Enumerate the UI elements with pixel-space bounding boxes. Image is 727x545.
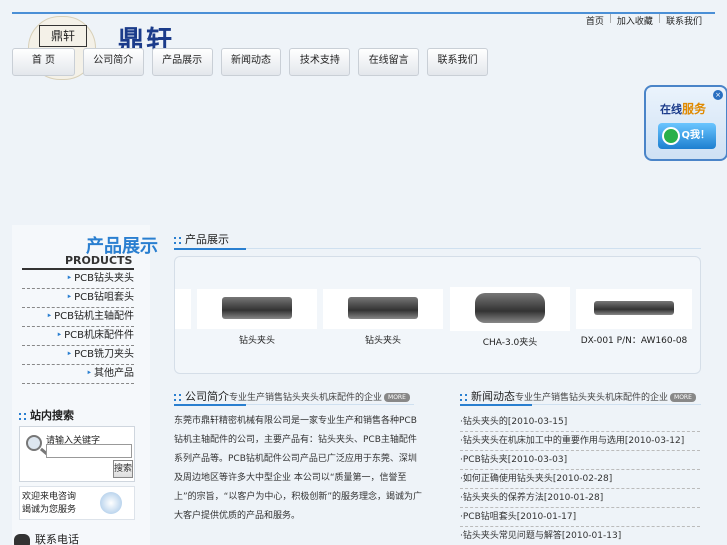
about-heading: 公司简介专业生产销售钻头夹头机床配件的企业 MORE	[174, 388, 410, 404]
nav-item-home[interactable]: 首 页	[12, 48, 75, 76]
news-list: ·钻头夹头的[2010-03-15] ·钻头夹头在机床加工中的重要作用与选用[2…	[460, 413, 700, 545]
list-item[interactable]: ·PCB钻咀套头[2010-01-17]	[460, 508, 700, 527]
product-caption[interactable]: DX-001 P/N：AW160-08	[571, 333, 697, 346]
about-subtitle: 专业生产销售钻头夹头机床配件的企业	[229, 393, 383, 403]
bullet-icon	[460, 393, 467, 401]
news-link[interactable]: ·PCB钻咀套头	[460, 512, 517, 522]
sidebar-item-category[interactable]: PCB钻头夹头	[22, 270, 134, 289]
top-link-favorite[interactable]: 加入收藏	[612, 14, 658, 27]
qq-service-widget[interactable]: × 在线服务 Q我！	[644, 85, 727, 161]
showcase-title: 产品展示	[185, 233, 229, 246]
list-item[interactable]: ·如何正确使用钻头夹头[2010-02-28]	[460, 470, 700, 489]
top-link-home[interactable]: 首页	[581, 14, 609, 27]
news-more-button[interactable]: MORE	[670, 392, 696, 402]
phone-icon	[14, 534, 30, 545]
phone-title: 联系电话	[35, 533, 79, 545]
nav-item-support[interactable]: 技术支持	[289, 48, 351, 76]
nav-item-contact[interactable]: 联系我们	[427, 48, 488, 76]
phone-heading: 联系电话	[14, 531, 79, 545]
nav-item-about[interactable]: 公司简介	[82, 48, 144, 76]
qq-title-service: 服务	[682, 102, 707, 116]
news-link[interactable]: ·PCB钻头夹	[460, 455, 508, 465]
news-date: [2010-02-28]	[552, 474, 613, 484]
product-image[interactable]	[175, 289, 191, 329]
showcase-divider	[174, 248, 701, 250]
showcase-heading: 产品展示	[174, 231, 229, 247]
logo-seal: 鼎轩	[39, 25, 87, 47]
about-title: 公司简介	[185, 390, 229, 403]
shaft-image	[594, 301, 674, 315]
news-date: [2010-03-03]	[507, 455, 568, 465]
nav-item-news[interactable]: 新闻动态	[220, 48, 282, 76]
news-link[interactable]: ·如何正确使用钻头夹头	[460, 474, 553, 484]
nav-item-products[interactable]: 产品展示	[151, 48, 213, 76]
news-date: [2010-01-13]	[561, 531, 622, 541]
news-title: 新闻动态	[471, 390, 515, 403]
banner-area	[12, 80, 715, 225]
sidebar-item-category[interactable]: PCB钻咀套头	[22, 289, 134, 308]
bullet-icon	[174, 236, 181, 244]
product-image[interactable]	[323, 289, 443, 329]
qq-penguin-icon	[662, 127, 680, 145]
contact-line: 竭诚为您服务	[22, 505, 77, 515]
news-heading: 新闻动态专业生产销售钻头夹头机床配件的企业 MORE	[460, 388, 696, 404]
collet-image	[348, 297, 418, 319]
list-item[interactable]: ·PCB钻头夹[2010-03-03]	[460, 451, 700, 470]
product-showcase: 钻头夹头 钻头夹头 CHA-3.0夹头 DX-001 P/N：AW160-08	[174, 256, 701, 374]
sidebar-item-category[interactable]: 其他产品	[22, 365, 134, 384]
contact-panel: 欢迎来电咨询 竭诚为您服务	[19, 486, 135, 520]
search-panel: 请输入关键字 搜索	[19, 426, 135, 482]
contact-line: 欢迎来电咨询	[22, 492, 77, 502]
about-divider	[174, 404, 414, 406]
sidebar-title-en: PRODUCTS	[65, 254, 133, 267]
list-item[interactable]: ·钻头夹头的保养方法[2010-01-28]	[460, 489, 700, 508]
search-button[interactable]: 搜索	[113, 460, 133, 478]
qq-title-online: 在线	[660, 103, 682, 116]
news-date: [2010-01-17]	[516, 512, 577, 522]
bullet-icon	[174, 393, 181, 401]
list-item[interactable]: ·钻头夹头在机床加工中的重要作用与选用[2010-03-12]	[460, 432, 700, 451]
top-links: 首页 | 加入收藏 | 联系我们	[581, 14, 707, 27]
sidebar-item-category[interactable]: PCB铣刀夹头	[22, 346, 134, 365]
search-input[interactable]	[46, 444, 132, 458]
headset-icon	[100, 492, 122, 514]
nav-item-message[interactable]: 在线留言	[358, 48, 420, 76]
sidebar-item-category[interactable]: PCB机床配件件	[22, 327, 134, 346]
search-title: 站内搜索	[30, 409, 74, 422]
product-image[interactable]	[450, 287, 570, 331]
news-link[interactable]: ·钻头夹头的	[460, 417, 508, 427]
contact-text: 欢迎来电咨询 竭诚为您服务	[22, 491, 76, 517]
top-link-contact[interactable]: 联系我们	[661, 14, 707, 27]
news-date: [2010-03-15]	[507, 417, 568, 427]
about-more-button[interactable]: MORE	[384, 392, 410, 402]
close-icon[interactable]: ×	[713, 90, 723, 100]
sidebar-item-category[interactable]: PCB钻机主轴配件	[22, 308, 134, 327]
news-link[interactable]: ·钻头夹头在机床加工中的重要作用与选用	[460, 436, 625, 446]
product-image[interactable]	[576, 289, 692, 329]
list-item[interactable]: ·钻头夹头常见问题与解答[2010-01-13]	[460, 527, 700, 545]
news-date: [2010-03-12]	[624, 436, 685, 446]
main-nav: 首 页 公司简介 产品展示 新闻动态 技术支持 在线留言 联系我们	[12, 48, 496, 76]
collet-image	[222, 297, 292, 319]
product-caption[interactable]: CHA-3.0夹头	[450, 335, 570, 348]
product-image[interactable]	[197, 289, 317, 329]
news-subtitle: 专业生产销售钻头夹头机床配件的企业	[515, 393, 669, 403]
list-item[interactable]: ·钻头夹头的[2010-03-15]	[460, 413, 700, 432]
product-caption[interactable]: 钻头夹头	[197, 333, 317, 346]
news-link[interactable]: ·钻头夹头常见问题与解答	[460, 531, 562, 541]
bullet-icon	[19, 412, 26, 420]
about-text: 东莞市鼎轩精密机械有限公司是一家专业生产和销售各种PCB钻机主轴配件的公司，主要…	[174, 416, 422, 521]
news-date: [2010-01-28]	[543, 493, 604, 503]
qq-widget-title: 在线服务	[660, 100, 706, 117]
news-link[interactable]: ·钻头夹头的保养方法	[460, 493, 544, 503]
product-caption[interactable]: 钻头夹头	[323, 333, 443, 346]
news-divider	[460, 404, 701, 406]
search-heading: 站内搜索	[19, 407, 74, 423]
nut-image	[475, 293, 545, 323]
